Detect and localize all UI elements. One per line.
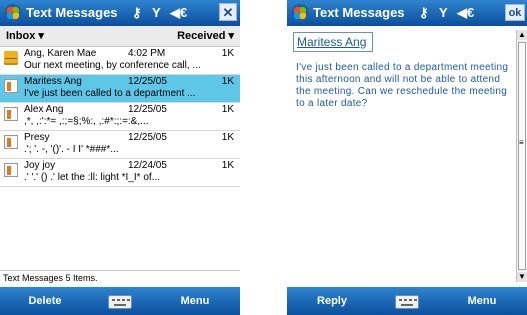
message-date: 12/25/05 xyxy=(128,104,167,115)
message-sender: Presy xyxy=(24,132,50,143)
delete-softkey[interactable]: Delete xyxy=(0,287,90,315)
scroll-down-icon[interactable]: ▼ xyxy=(517,272,527,282)
connectivity-icon[interactable]: ⚷ xyxy=(132,5,142,21)
message-screen: Text Messages ⚷ Y ◀€ ok Maritess Ang I'v… xyxy=(287,0,527,315)
message-row[interactable]: Alex Ang 12/25/05 1K ,*, ,:':*= ,:;=§;%:… xyxy=(0,103,240,131)
message-date: 4:02 PM xyxy=(128,48,166,59)
signal-icon[interactable]: Y xyxy=(439,5,448,20)
sort-dropdown[interactable]: Received ▾ xyxy=(177,29,234,42)
reply-softkey[interactable]: Reply xyxy=(287,287,377,315)
message-list: Ang, Karen Mae 4:02 PM 1K Our next meeti… xyxy=(0,47,240,187)
message-preview: ,*, ,:':*= ,:;=§;%:, ,:#*:;:=:&,... xyxy=(24,116,149,127)
message-row[interactable]: Ang, Karen Mae 4:02 PM 1K Our next meeti… xyxy=(0,47,240,75)
start-menu-icon[interactable] xyxy=(291,4,309,22)
message-row[interactable]: Joy joy 12/24/05 1K .' '.' () .' let the… xyxy=(0,159,240,187)
keyboard-icon[interactable] xyxy=(395,295,419,309)
title-bar: Text Messages ⚷ Y ◀€ ok xyxy=(287,0,527,26)
message-row-selected[interactable]: Maritess Ang 12/25/05 1K I've just been … xyxy=(0,75,240,103)
message-sender: Joy joy xyxy=(24,160,56,171)
list-header: Inbox ▾ Received ▾ xyxy=(0,26,240,47)
message-size: 1K xyxy=(221,160,234,171)
message-preview: .'; '. -, '()'. - I I' *###*... xyxy=(24,144,119,155)
message-size: 1K xyxy=(221,48,234,59)
message-sender: Ang, Karen Mae xyxy=(24,48,97,59)
message-date: 12/24/05 xyxy=(128,160,167,171)
close-button[interactable]: ✕ xyxy=(219,3,237,21)
vertical-scrollbar[interactable]: ▲ ▼ xyxy=(516,30,527,282)
volume-icon[interactable]: ◀€ xyxy=(457,5,474,21)
signal-icon[interactable]: Y xyxy=(152,5,161,20)
document-icon xyxy=(4,79,18,93)
document-icon xyxy=(4,135,18,149)
keyboard-icon[interactable] xyxy=(108,295,132,309)
message-preview: Our next meeting, by conference call, ..… xyxy=(24,60,201,71)
softkey-bar: Delete Menu xyxy=(0,287,240,315)
message-size: 1K xyxy=(221,132,234,143)
document-icon xyxy=(4,107,18,121)
folder-dropdown[interactable]: Inbox ▾ xyxy=(6,29,44,42)
sender-link[interactable]: Maritess Ang xyxy=(293,32,373,52)
softkey-bar: Reply Menu xyxy=(287,287,527,315)
volume-icon[interactable]: ◀€ xyxy=(170,5,187,21)
message-row[interactable]: Presy 12/25/05 1K .'; '. -, '()'. - I I'… xyxy=(0,131,240,159)
scroll-thumb[interactable] xyxy=(518,42,526,270)
menu-softkey[interactable]: Menu xyxy=(150,287,240,315)
message-date: 12/25/05 xyxy=(128,132,167,143)
message-preview: .' '.' () .' let the :ll: light *I_I* of… xyxy=(24,172,161,183)
message-sender: Maritess Ang xyxy=(24,76,82,87)
title-bar: Text Messages ⚷ Y ◀€ ✕ xyxy=(0,0,240,26)
scroll-up-icon[interactable]: ▲ xyxy=(517,30,527,40)
message-sender: Alex Ang xyxy=(24,104,64,115)
message-size: 1K xyxy=(221,76,234,87)
message-preview: I've just been called to a department ..… xyxy=(24,88,196,99)
message-date: 12/25/05 xyxy=(128,76,167,87)
app-title: Text Messages xyxy=(26,5,118,20)
connectivity-icon[interactable]: ⚷ xyxy=(419,5,429,21)
status-bar: Text Messages 5 Items. xyxy=(0,270,240,285)
message-body: I've just been called to a department me… xyxy=(296,62,509,109)
message-size: 1K xyxy=(221,104,234,115)
ok-button[interactable]: ok xyxy=(505,4,525,21)
inbox-screen: Text Messages ⚷ Y ◀€ ✕ Inbox ▾ Received … xyxy=(0,0,240,315)
document-icon xyxy=(4,163,18,177)
app-title: Text Messages xyxy=(313,5,405,20)
sender-name: Maritess Ang xyxy=(297,35,367,49)
menu-softkey[interactable]: Menu xyxy=(437,287,527,315)
envelope-open-icon xyxy=(4,51,18,65)
start-menu-icon[interactable] xyxy=(4,4,22,22)
